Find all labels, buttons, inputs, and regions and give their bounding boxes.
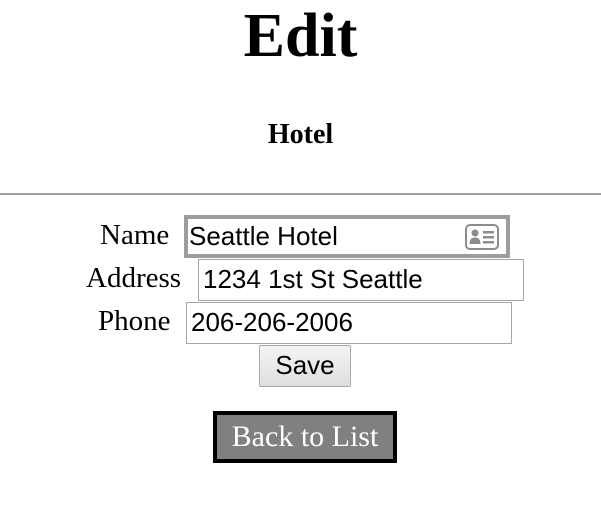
page-subtitle: Hotel <box>267 119 334 150</box>
name-label: Name <box>100 219 170 251</box>
page-title: Edit <box>243 2 358 70</box>
phone-label: Phone <box>98 305 171 337</box>
address-input[interactable]: 1234 1st St Seattle <box>198 259 524 301</box>
address-label: Address <box>86 262 182 294</box>
address-input-value: 1234 1st St Seattle <box>203 264 423 294</box>
phone-input[interactable]: 206-206-2006 <box>186 302 512 344</box>
back-to-list-link[interactable]: Back to List <box>213 411 397 463</box>
name-input[interactable]: Seattle Hotel <box>184 215 510 258</box>
name-input-value: Seattle Hotel <box>189 221 338 251</box>
contact-card-icon[interactable] <box>465 224 499 250</box>
edit-hotel-page: Edit Hotel Name Seattle Hotel Address 12… <box>0 0 601 529</box>
phone-input-value: 206-206-2006 <box>191 307 353 337</box>
divider <box>0 193 601 195</box>
save-button[interactable]: Save <box>259 345 351 387</box>
